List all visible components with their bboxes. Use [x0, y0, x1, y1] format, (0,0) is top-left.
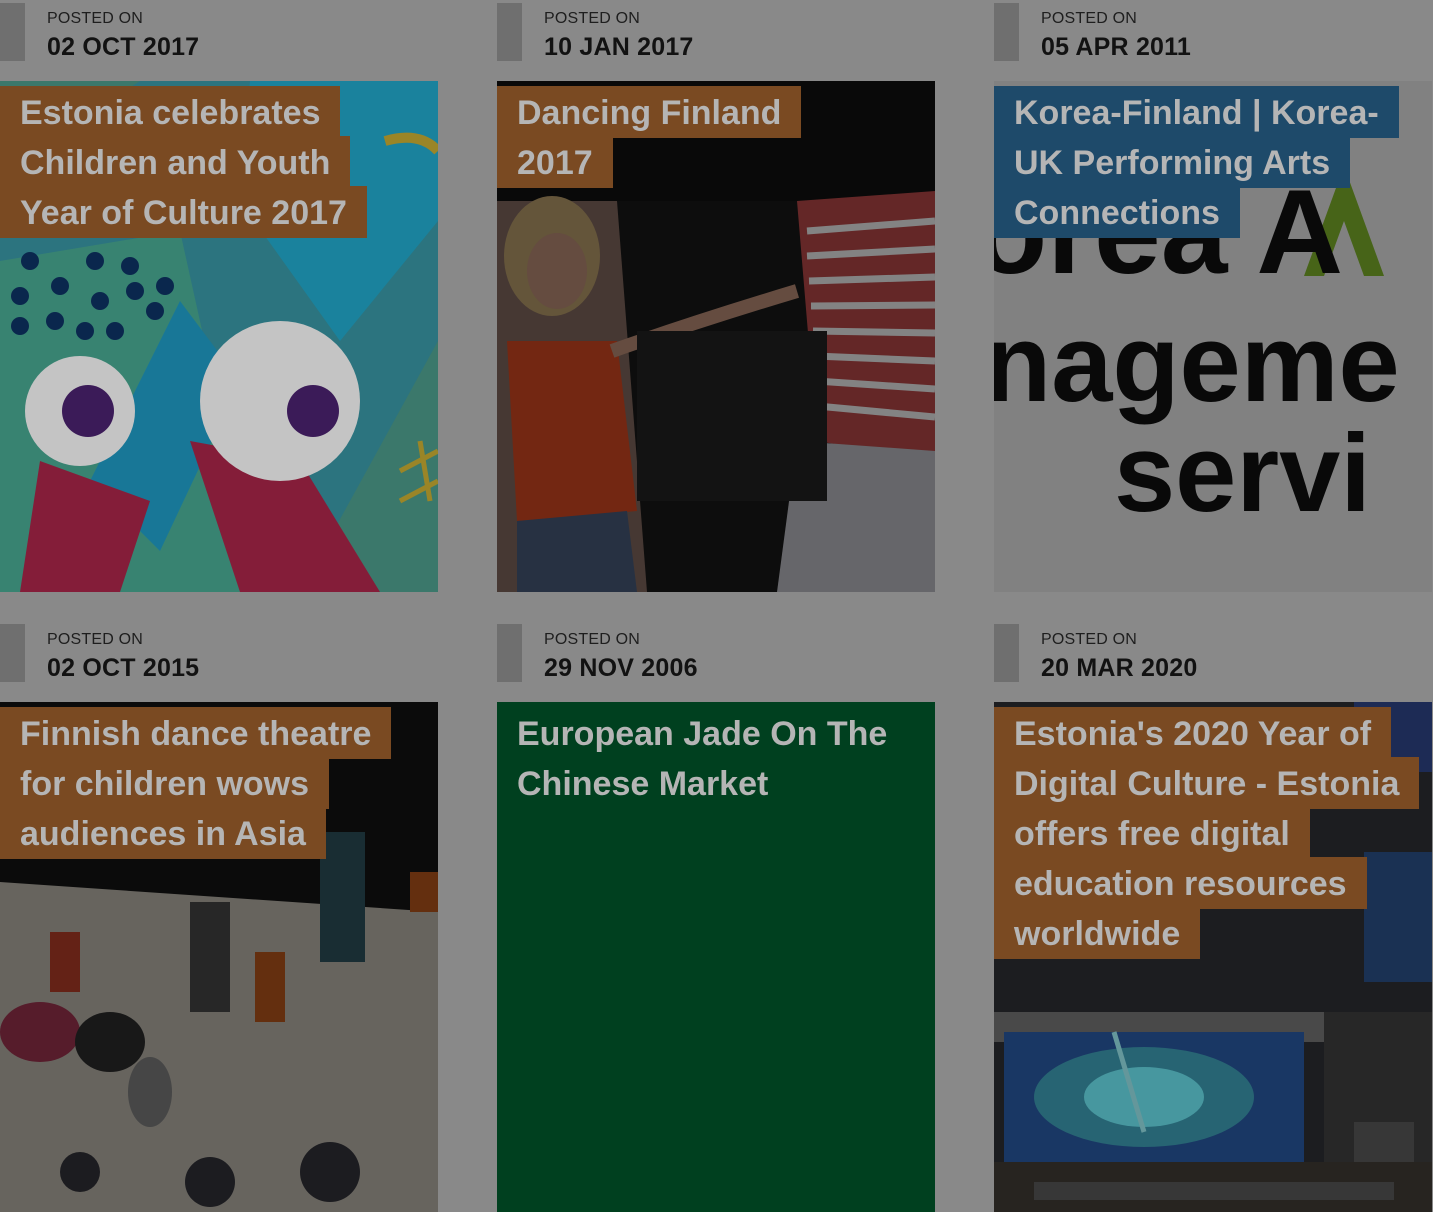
meta-accent-bar — [497, 624, 522, 682]
post-title[interactable]: Finnish dance theatre for children wows … — [0, 707, 392, 859]
post-image[interactable]: Dancing Finland 2017 — [497, 81, 935, 592]
post-date: 05 APR 2011 — [1041, 33, 1191, 61]
post-image[interactable]: European Jade On The Chinese Market — [497, 702, 935, 1212]
post-title[interactable]: European Jade On The Chinese Market — [497, 707, 907, 809]
post-date: 20 MAR 2020 — [1041, 654, 1198, 682]
posted-on-label: POSTED ON — [47, 10, 144, 27]
post-title[interactable]: Estonia's 2020 Year of Digital Culture -… — [994, 707, 1420, 959]
post-card[interactable]: POSTED ON 05 APR 2011 orea A nageme serv… — [994, 0, 1432, 592]
meta-accent-bar — [0, 3, 25, 61]
post-card[interactable]: POSTED ON 02 OCT 2017 Estonia celebrates… — [0, 0, 438, 592]
meta-accent-bar — [994, 3, 1019, 61]
post-card[interactable]: POSTED ON 29 NOV 2006 European Jade On T… — [497, 621, 935, 1212]
meta-accent-bar — [497, 3, 522, 61]
post-title[interactable]: Estonia celebrates Children and Youth Ye… — [0, 86, 367, 238]
post-card[interactable]: POSTED ON 02 OCT 2015 Finnish dance thea… — [0, 621, 438, 1212]
post-date: 10 JAN 2017 — [544, 33, 694, 61]
post-image[interactable]: Estonia's 2020 Year of Digital Culture -… — [994, 702, 1432, 1212]
post-image[interactable]: Estonia celebrates Children and Youth Ye… — [0, 81, 438, 592]
post-meta: POSTED ON 29 NOV 2006 — [497, 621, 935, 702]
post-date: 29 NOV 2006 — [544, 654, 698, 682]
meta-accent-bar — [0, 624, 25, 682]
posted-on-label: POSTED ON — [47, 631, 144, 648]
post-image[interactable]: Finnish dance theatre for children wows … — [0, 702, 438, 1212]
post-meta: POSTED ON 02 OCT 2017 — [0, 0, 438, 81]
posted-on-label: POSTED ON — [544, 10, 641, 27]
meta-accent-bar — [994, 624, 1019, 682]
post-meta: POSTED ON 10 JAN 2017 — [497, 0, 935, 81]
post-title[interactable]: Dancing Finland 2017 — [497, 86, 802, 188]
post-card[interactable]: POSTED ON 20 MAR 2020 Estonia's 2020 Yea — [994, 621, 1432, 1212]
post-title[interactable]: Korea-Finland | Korea-UK Performing Arts… — [994, 86, 1399, 238]
post-grid: POSTED ON 02 OCT 2017 Estonia celebrates… — [0, 0, 1433, 1212]
post-meta: POSTED ON 05 APR 2011 — [994, 0, 1432, 81]
posted-on-label: POSTED ON — [1041, 631, 1138, 648]
post-meta: POSTED ON 02 OCT 2015 — [0, 621, 438, 702]
post-date: 02 OCT 2017 — [47, 33, 200, 61]
post-date: 02 OCT 2015 — [47, 654, 200, 682]
post-card[interactable]: POSTED ON 10 JAN 2017 Dancing Finland 20… — [497, 0, 935, 592]
post-meta: POSTED ON 20 MAR 2020 — [994, 621, 1432, 702]
posted-on-label: POSTED ON — [544, 631, 641, 648]
posted-on-label: POSTED ON — [1041, 10, 1138, 27]
post-image[interactable]: orea A nageme servi Korea-Finland | Kore… — [994, 81, 1432, 592]
